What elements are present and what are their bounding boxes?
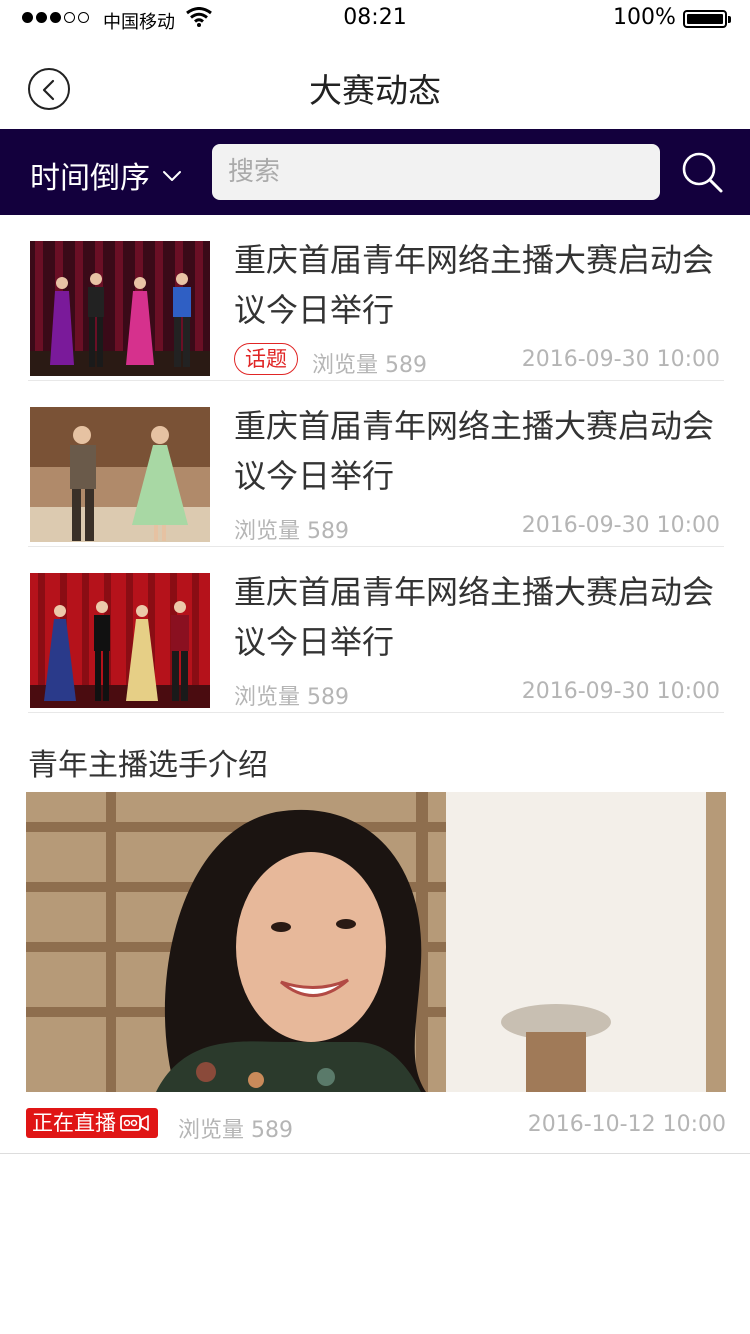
status-bar: 中国移动 08:21 100% <box>0 0 750 40</box>
view-count: 浏览量 589 <box>178 1118 293 1143</box>
nav-bar: 大赛动态 <box>0 40 750 128</box>
page-title: 大赛动态 <box>309 71 441 110</box>
section-title: 青年主播选手介绍 <box>28 748 268 783</box>
view-count: 浏览量 589 <box>312 353 427 378</box>
news-title: 重庆首届青年网络主播大赛启动会议今日举行 <box>234 407 715 495</box>
view-count: 浏览量 589 <box>234 519 349 544</box>
search-icon <box>682 152 723 193</box>
live-badge[interactable]: 正在直播 <box>26 1108 158 1138</box>
filter-bar: 时间倒序 <box>0 129 750 215</box>
search-box <box>212 144 660 200</box>
topic-badge: 话题 <box>234 343 298 375</box>
divider <box>0 1153 750 1154</box>
news-item[interactable]: 重庆首届青年网络主播大赛启动会议今日举行 浏览量 589 2016-09-30 … <box>0 381 750 547</box>
contestant-photo[interactable] <box>26 792 726 1092</box>
news-list: 重庆首届青年网络主播大赛启动会议今日举行 话题 浏览量 589 2016-09-… <box>0 215 750 713</box>
search-input[interactable] <box>228 144 648 200</box>
search-button[interactable] <box>680 150 724 194</box>
news-title: 重庆首届青年网络主播大赛启动会议今日举行 <box>234 573 715 661</box>
chevron-down-icon <box>163 171 181 181</box>
news-meta: 浏览量 589 2016-09-30 10:00 <box>234 509 720 544</box>
publish-date: 2016-09-30 10:00 <box>521 513 720 538</box>
news-meta: 浏览量 589 2016-09-30 10:00 <box>234 675 720 710</box>
news-thumbnail-stage-four-hosts <box>30 241 210 376</box>
view-count: 浏览量 589 <box>234 685 349 710</box>
news-item[interactable]: 重庆首届青年网络主播大赛启动会议今日举行 话题 浏览量 589 2016-09-… <box>0 215 750 381</box>
news-thumbnail-two-hosts <box>30 407 210 542</box>
news-item[interactable]: 重庆首届青年网络主播大赛启动会议今日举行 浏览量 589 2016-09-30 … <box>0 547 750 713</box>
publish-date: 2016-09-30 10:00 <box>521 347 720 372</box>
feature-meta: 正在直播 浏览量 589 2016-10-12 10:00 <box>26 1106 726 1143</box>
publish-date: 2016-10-12 10:00 <box>527 1112 726 1137</box>
publish-date: 2016-09-30 10:00 <box>521 679 720 704</box>
battery-icon <box>683 10 731 28</box>
live-label: 正在直播 <box>32 1111 116 1135</box>
sort-dropdown[interactable]: 时间倒序 <box>30 153 182 197</box>
video-camera-icon <box>120 1115 149 1131</box>
news-title: 重庆首届青年网络主播大赛启动会议今日举行 <box>234 241 715 329</box>
sort-label: 时间倒序 <box>30 161 150 196</box>
divider <box>28 712 724 713</box>
battery-percent: 100% <box>613 5 676 30</box>
news-thumbnail-red-curtain-hosts <box>30 573 210 708</box>
news-meta: 话题 浏览量 589 2016-09-30 10:00 <box>234 343 720 378</box>
